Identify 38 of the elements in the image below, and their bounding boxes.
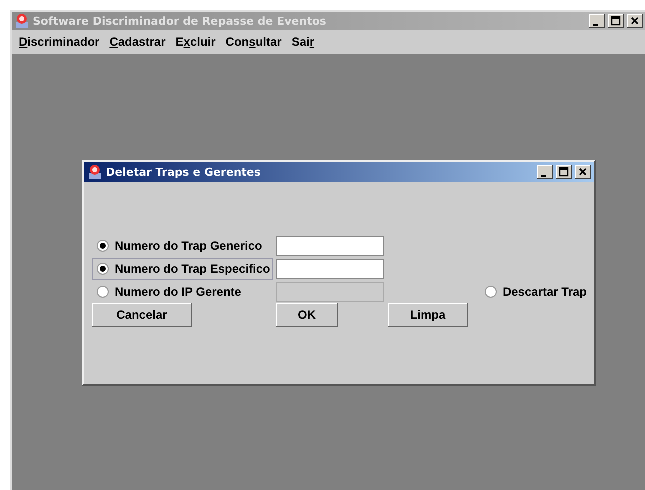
menu-item[interactable]: Discriminador <box>14 33 105 51</box>
menu-item[interactable]: Consultar <box>220 33 287 51</box>
radio-button[interactable] <box>97 262 109 274</box>
input-field[interactable] <box>276 258 384 278</box>
menu-item[interactable]: Excluir <box>170 33 221 51</box>
radio-option[interactable]: Descartar Trap <box>480 280 590 302</box>
maximize-icon <box>611 16 621 26</box>
dialog-title: Deletar Traps e Gerentes <box>106 166 262 178</box>
maximize-button[interactable] <box>556 165 572 179</box>
close-button[interactable] <box>575 165 591 179</box>
minimize-icon <box>541 174 546 176</box>
menu-item[interactable]: Sair <box>286 33 320 51</box>
cancel-button[interactable]: Cancelar <box>92 302 192 326</box>
option-label: Descartar Trap <box>502 284 587 298</box>
option-label: Numero do Trap Especifico <box>115 262 270 276</box>
radio-button[interactable] <box>97 286 109 298</box>
ok-button[interactable]: OK <box>276 302 338 326</box>
window-title: Software Discriminador de Repasse de Eventos <box>33 14 328 28</box>
option-label: Numero do Trap Generico <box>115 238 262 252</box>
close-button[interactable] <box>627 14 643 28</box>
option-label: Numero do IP Gerente <box>115 284 242 298</box>
close-icon <box>578 167 588 177</box>
maximize-button[interactable] <box>608 14 624 28</box>
radio-button[interactable] <box>484 286 497 298</box>
minimize-button[interactable] <box>537 165 553 179</box>
minimize-icon <box>593 24 598 26</box>
clear-button[interactable]: Limpa <box>388 302 468 326</box>
maximize-icon <box>559 167 569 177</box>
radio-option[interactable]: Numero do Trap Generico <box>92 234 266 256</box>
app-icon <box>14 13 30 29</box>
app-icon <box>87 164 103 180</box>
input-field[interactable] <box>276 236 384 256</box>
menu-item[interactable]: Cadastrar <box>104 33 171 51</box>
radio-button[interactable] <box>97 240 109 252</box>
minimize-button[interactable] <box>589 14 605 28</box>
radio-option[interactable]: Numero do IP Gerente <box>92 280 244 302</box>
radio-option[interactable]: Numero do Trap Especifico <box>92 258 274 280</box>
close-icon <box>630 16 640 26</box>
